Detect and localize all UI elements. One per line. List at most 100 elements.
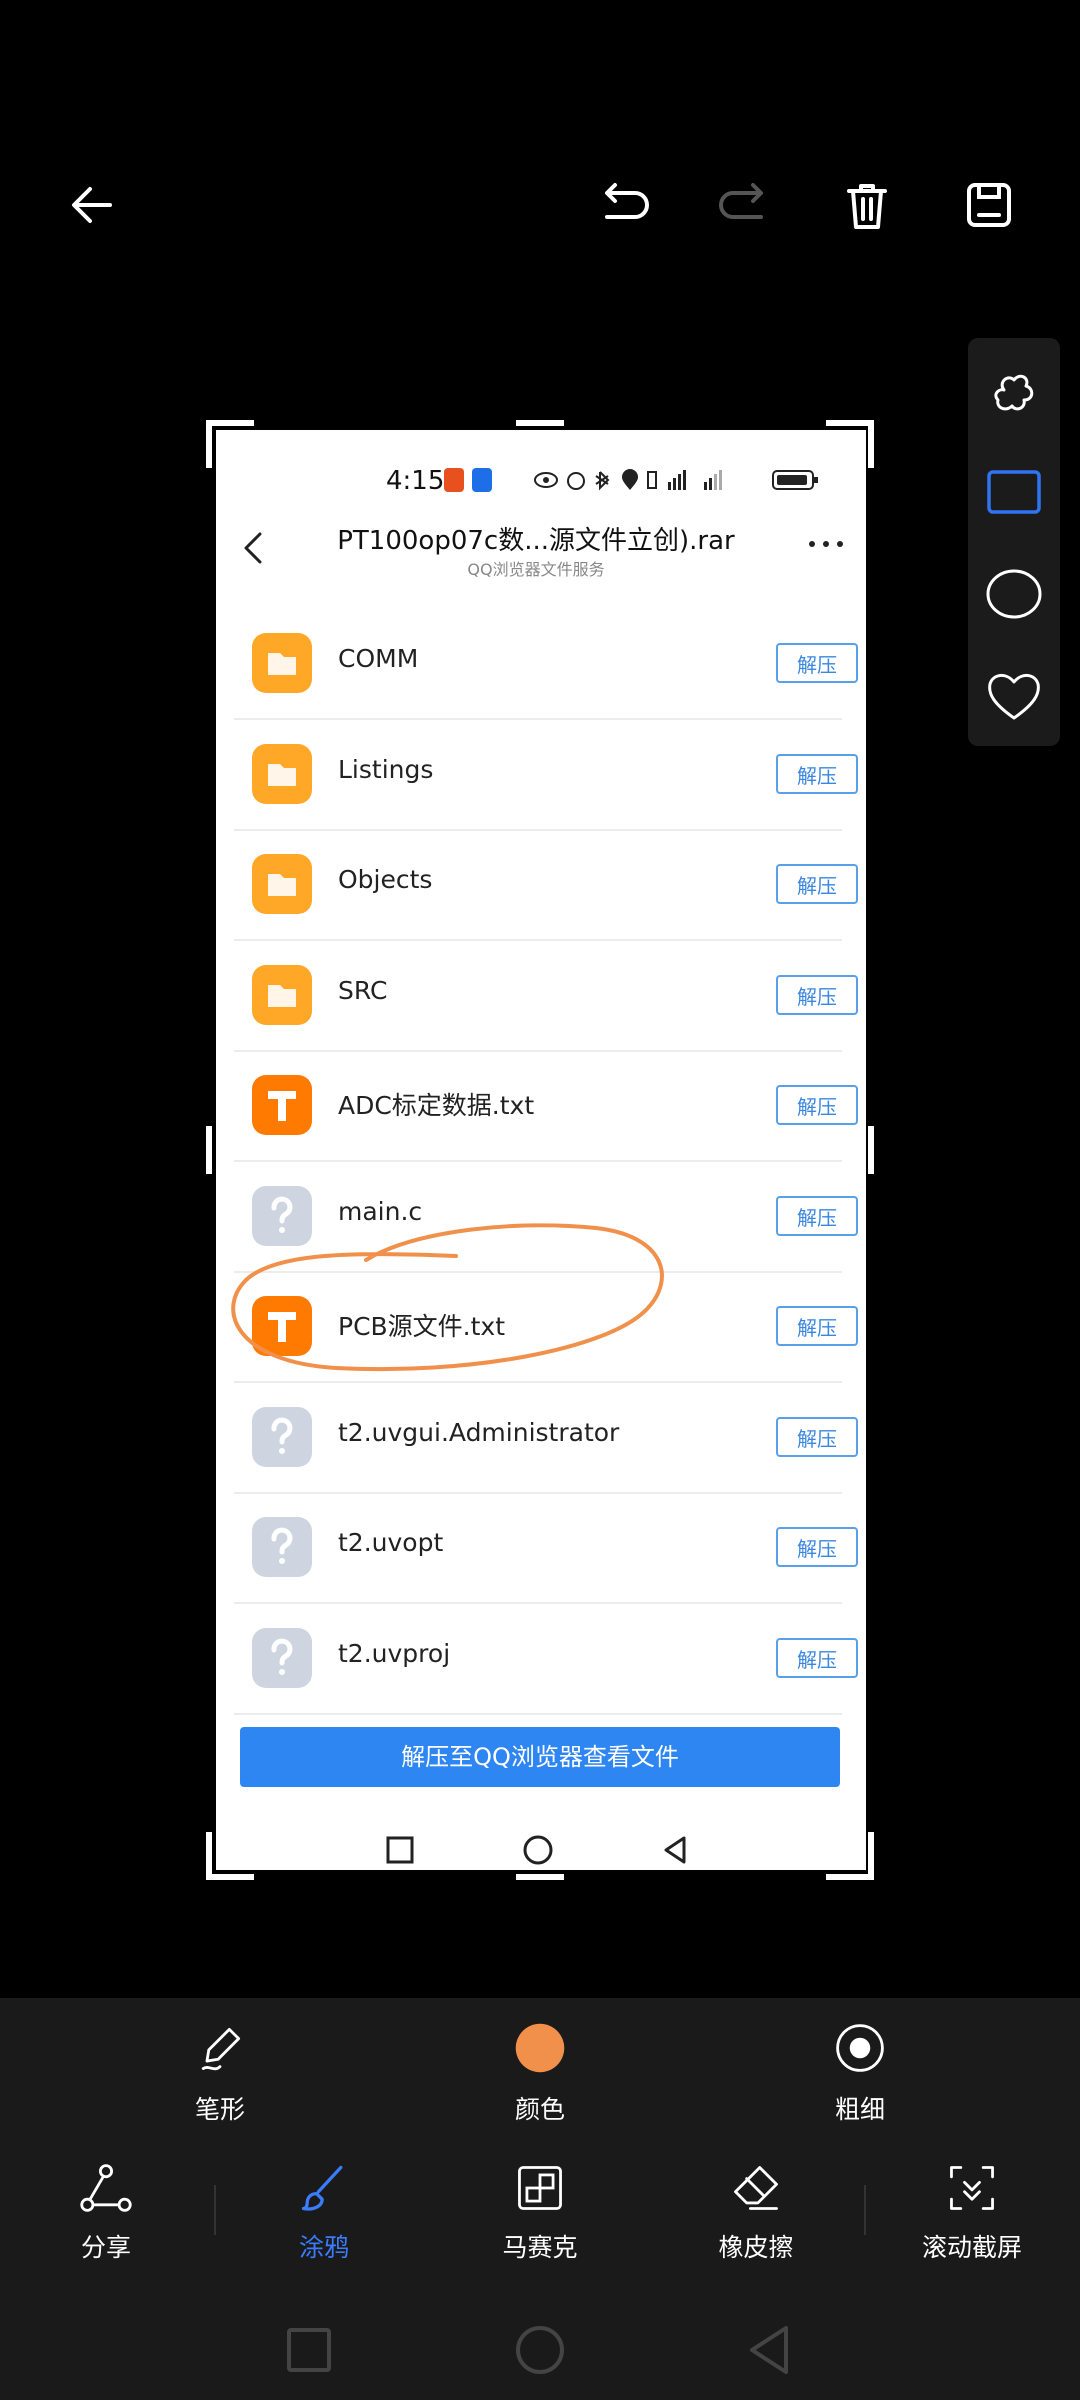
crop-handle-bottom[interactable] <box>516 1874 564 1880</box>
tool-mosaic[interactable]: 马赛克 <box>460 2160 620 2264</box>
extract-to-browser-button[interactable]: 解压至QQ浏览器查看文件 <box>240 1727 840 1787</box>
list-item[interactable]: t2.uvgui.Administrator 解压 <box>234 1382 858 1494</box>
tool-share[interactable]: 分享 <box>26 2160 186 2264</box>
freeform-shape-icon[interactable] <box>984 360 1044 420</box>
divider <box>214 2185 216 2235</box>
tool-doodle[interactable]: 涂鸦 <box>244 2160 404 2264</box>
file-name: t2.uvopt <box>338 1528 444 1557</box>
crop-handle-bottom-left-v[interactable] <box>206 1832 212 1880</box>
list-item[interactable]: t2.uvproj 解压 <box>234 1603 858 1715</box>
share-icon <box>80 2164 132 2212</box>
crop-handle-bottom-right-v[interactable] <box>868 1832 874 1880</box>
extract-button[interactable]: 解压 <box>776 753 858 794</box>
file-name: Objects <box>338 865 433 894</box>
thickness-label: 粗细 <box>834 2095 885 2124</box>
status-time: 4:15 <box>386 466 445 496</box>
pen-style-label: 笔形 <box>194 2095 245 2124</box>
file-name: ADC标定数据.txt <box>338 1091 535 1120</box>
pen-style-option[interactable]: 笔形 <box>150 2020 290 2126</box>
unknown-file-icon <box>252 1627 312 1688</box>
page-subtitle: QQ浏览器文件服务 <box>467 560 605 579</box>
rectangle-shape-icon[interactable] <box>984 462 1044 522</box>
battery-icon <box>772 468 820 492</box>
file-name: t2.uvgui.Administrator <box>338 1417 620 1447</box>
home-icon[interactable] <box>518 1830 558 1870</box>
doodle-ellipse-annotation <box>231 1223 664 1372</box>
list-item[interactable]: Objects 解压 <box>234 829 858 941</box>
list-item[interactable]: COMM 解压 <box>234 608 858 720</box>
heart-shape-icon[interactable] <box>984 666 1044 726</box>
brush-icon <box>301 2165 343 2211</box>
crop-handle-top-left-v[interactable] <box>206 420 212 468</box>
file-name: COMM <box>338 644 419 673</box>
system-recent-apps-icon[interactable] <box>279 2320 339 2380</box>
save-icon[interactable] <box>949 165 1029 245</box>
extract-button[interactable]: 解压 <box>776 1085 858 1125</box>
thickness-icon <box>836 2024 884 2072</box>
tool-scroll-screenshot[interactable]: 滚动截屏 <box>892 2160 1052 2264</box>
screenshot-preview: 4:15 PT100op07c数...源文件立创).rar QQ浏览器文件服务 … <box>216 430 866 1870</box>
color-option[interactable]: 颜色 <box>470 2020 610 2126</box>
extract-button[interactable]: 解压 <box>776 974 858 1015</box>
crop-handle-right[interactable] <box>868 1126 874 1174</box>
crop-handle-top-left[interactable] <box>206 420 254 426</box>
file-name: SRC <box>338 975 388 1005</box>
delete-icon[interactable] <box>827 165 907 245</box>
list-item[interactable]: Listings 解压 <box>234 719 858 831</box>
list-item[interactable]: SRC 解压 <box>234 940 858 1052</box>
scroll-screenshot-icon <box>950 2166 994 2210</box>
mosaic-icon <box>518 2166 562 2210</box>
crop-handle-top-right[interactable] <box>826 420 874 426</box>
text-file-icon <box>252 1075 312 1135</box>
undo-icon[interactable] <box>583 165 663 245</box>
folder-icon <box>252 854 312 914</box>
share-label: 分享 <box>80 2233 131 2262</box>
crop-handle-bottom-right[interactable] <box>826 1874 874 1880</box>
folder-icon <box>252 743 312 804</box>
scroll-screenshot-label: 滚动截屏 <box>921 2233 1022 2262</box>
color-swatch-icon <box>515 2023 565 2073</box>
unknown-file-icon <box>252 1406 312 1467</box>
pen-style-icon <box>201 2027 241 2071</box>
more-icon[interactable] <box>806 534 846 554</box>
list-item[interactable]: ADC标定数据.txt 解压 <box>234 1050 858 1162</box>
status-icons <box>534 468 754 492</box>
doodle-label: 涂鸦 <box>298 2233 349 2262</box>
mosaic-label: 马赛克 <box>502 2233 578 2262</box>
extract-button[interactable]: 解压 <box>776 1637 858 1678</box>
extract-button[interactable]: 解压 <box>776 864 858 904</box>
system-home-icon[interactable] <box>510 2320 570 2380</box>
crop-handle-left[interactable] <box>206 1126 212 1174</box>
crop-handle-top[interactable] <box>516 420 564 426</box>
file-name: t2.uvproj <box>338 1638 451 1668</box>
extract-button[interactable]: 解压 <box>776 1416 858 1457</box>
crop-handle-bottom-left[interactable] <box>206 1874 254 1880</box>
eraser-label: 橡皮擦 <box>718 2233 794 2262</box>
color-label: 颜色 <box>514 2095 565 2124</box>
qq-notification-icon <box>472 468 492 492</box>
list-item[interactable]: t2.uvopt 解压 <box>234 1492 858 1604</box>
app-notification-icon <box>444 468 464 492</box>
divider <box>864 2185 866 2235</box>
extract-button[interactable]: 解压 <box>776 1195 858 1236</box>
back-arrow-icon[interactable] <box>236 530 272 566</box>
folder-icon <box>252 633 312 693</box>
extract-button[interactable]: 解压 <box>776 1527 858 1567</box>
tool-eraser[interactable]: 橡皮擦 <box>676 2160 836 2264</box>
ellipse-shape-icon[interactable] <box>984 564 1044 624</box>
back-icon[interactable] <box>52 165 132 245</box>
extract-button[interactable]: 解压 <box>776 1306 858 1346</box>
extract-button[interactable]: 解压 <box>776 643 858 683</box>
back-nav-icon[interactable] <box>656 1830 696 1870</box>
recent-apps-icon[interactable] <box>380 1830 420 1870</box>
system-back-icon[interactable] <box>740 2320 800 2380</box>
shape-panel <box>968 338 1060 746</box>
page-title: PT100op07c数...源文件立创).rar <box>337 526 735 556</box>
unknown-file-icon <box>252 1517 312 1577</box>
file-name: Listings <box>338 754 434 784</box>
thickness-option[interactable]: 粗细 <box>790 2020 930 2126</box>
redo-icon[interactable] <box>705 165 785 245</box>
eraser-icon <box>734 2166 778 2210</box>
folder-icon <box>252 964 312 1025</box>
crop-handle-top-right-v[interactable] <box>868 420 874 468</box>
